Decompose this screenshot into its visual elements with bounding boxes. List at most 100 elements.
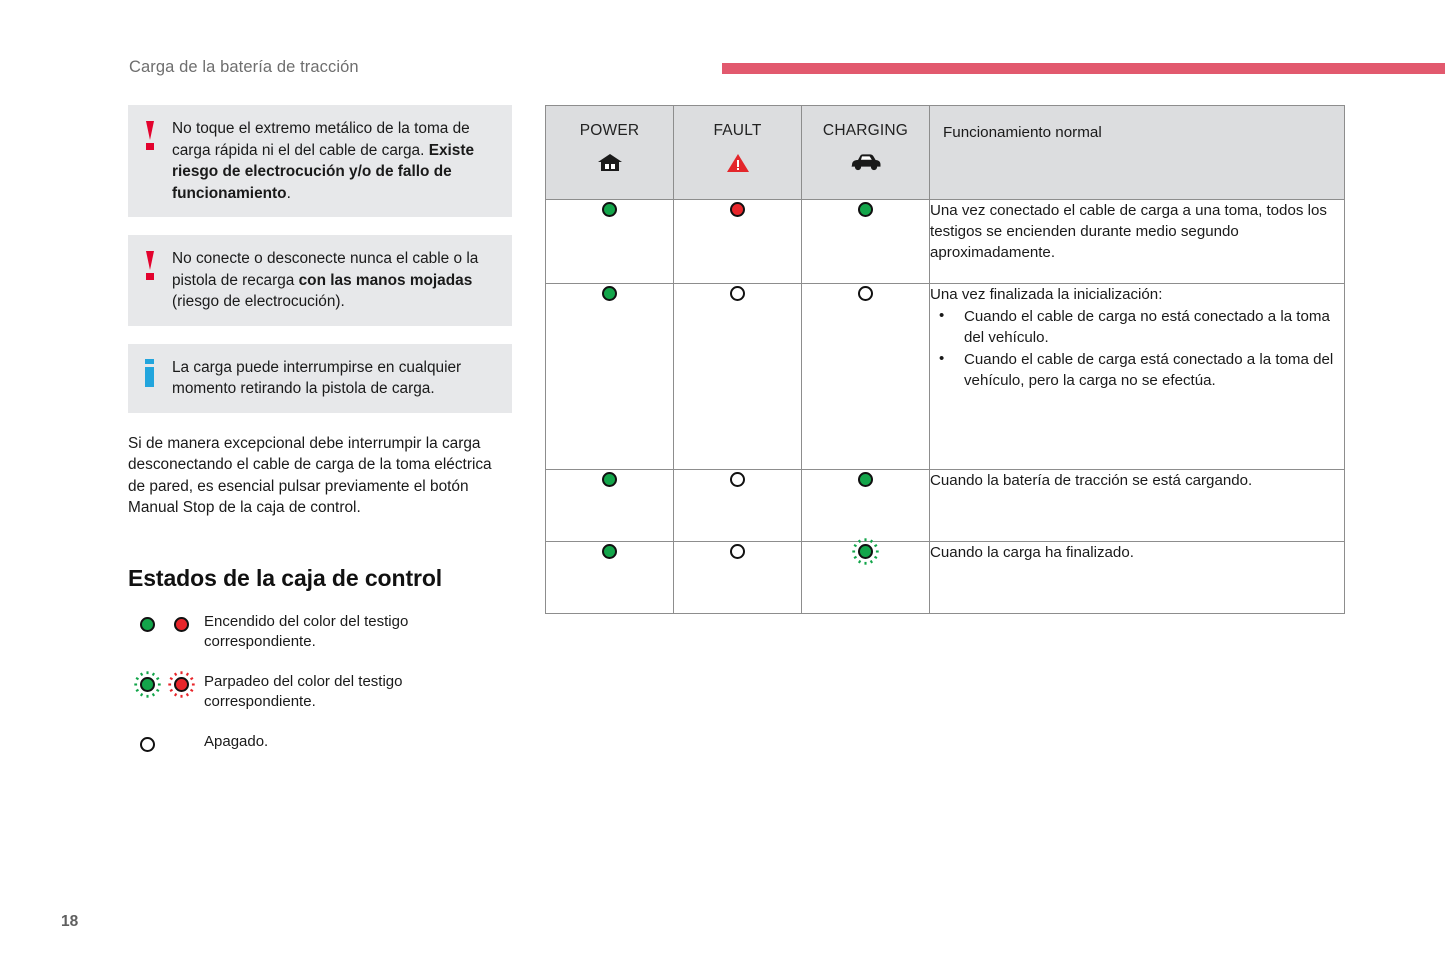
cell-charging (801, 538, 930, 614)
cell-charging (801, 283, 930, 470)
legend-icons (128, 670, 204, 698)
callout-list: No toque el extremo metálico de la toma … (128, 105, 512, 413)
legend-icons (128, 612, 204, 634)
house-icon (597, 153, 623, 177)
cell-power (545, 283, 674, 470)
legend-label: Parpadeo del color del testigo correspon… (204, 672, 403, 711)
page-number: 18 (61, 913, 79, 930)
page-header-title: Carga de la batería de tracción (129, 58, 359, 76)
led-green-on (138, 615, 157, 634)
led-green-on (600, 200, 619, 219)
warning-callout: No conecte o desconecte nunca el cable o… (128, 235, 512, 326)
cell-description: Una vez finalizada la inicialización: Cua… (929, 283, 1345, 470)
column-header-power: POWER (545, 105, 674, 200)
description-text: Una vez conectado el cable de carga a un… (930, 202, 1327, 261)
led-core (602, 286, 617, 301)
description-text: Cuando la carga ha finalizado. (930, 544, 1134, 561)
callout-text-plain-0-2: . (286, 184, 291, 202)
column-header-description: Funcionamiento normal (929, 105, 1345, 200)
bullet-item: Cuando el cable de carga no está conecta… (930, 305, 1344, 348)
led-core (730, 286, 745, 301)
led-green-on (856, 200, 875, 219)
legend-row: Parpadeo del color del testigo correspon… (128, 670, 512, 713)
led-core (858, 472, 873, 487)
led-green-on (856, 470, 875, 489)
led-core (140, 676, 155, 692)
manual-page: Carga de la batería de tracción No toque… (0, 0, 1445, 977)
column-label: POWER (579, 122, 640, 139)
legend-label: Encendido del color del testigo correspo… (204, 612, 409, 651)
header-rule (722, 63, 1445, 74)
header-description-text: Funcionamiento normal (943, 124, 1102, 141)
led-core (174, 676, 189, 692)
callout-text-plain-2-0: La carga puede interrumpirse en cualquie… (172, 358, 462, 398)
table-row: Una vez finalizada la inicialización: Cua… (545, 283, 1345, 470)
cell-charging (801, 199, 930, 284)
callout-text: La carga puede interrumpirse en cualquie… (172, 357, 498, 400)
led-red-blinking (168, 670, 195, 698)
table-body: Una vez conectado el cable de carga a un… (545, 199, 1345, 614)
cell-description: Una vez conectado el cable de carga a un… (929, 199, 1345, 284)
cell-fault (673, 199, 802, 284)
column-label: CHARGING (822, 122, 909, 139)
led-core (602, 202, 617, 217)
warning-triangle-icon (726, 153, 750, 177)
cell-charging (801, 469, 930, 542)
led-core (858, 202, 873, 217)
table-row: Cuando la batería de tracción se está ca… (545, 469, 1345, 542)
column-label: FAULT (713, 122, 762, 139)
table-row: Cuando la carga ha finalizado. (545, 538, 1345, 614)
legend-row: Apagado. (128, 732, 512, 754)
car-icon (849, 153, 883, 175)
callout-text: No conecte o desconecte nunca el cable o… (172, 248, 498, 313)
left-column: No toque el extremo metálico de la toma … (128, 105, 512, 773)
description-text: Cuando la batería de tracción se está ca… (930, 472, 1253, 489)
callout-text: No toque el extremo metálico de la toma … (172, 118, 498, 204)
led-green-on (600, 542, 619, 561)
description-text: Una vez finalizada la inicialización: (930, 286, 1163, 303)
warning-callout: No toque el extremo metálico de la toma … (128, 105, 512, 217)
info-callout: La carga puede interrumpirse en cualquie… (128, 343, 512, 413)
cell-power (545, 469, 674, 542)
legend-icons (128, 732, 204, 754)
info-icon (145, 358, 154, 387)
callout-text-plain-0-0: No toque el extremo metálico de la toma … (172, 120, 470, 159)
led-off (728, 284, 747, 303)
body-paragraph: Si de manera excepcional debe interrumpi… (128, 434, 492, 517)
led-green-blinking (852, 538, 879, 565)
cell-description: Cuando la carga ha finalizado. (929, 541, 1345, 614)
callout-text-bold-1-1: con las manos mojadas (298, 271, 473, 289)
bullet-item: Cuando el cable de carga está conectado … (930, 348, 1344, 391)
led-core (858, 286, 873, 301)
legend-label: Apagado. (204, 732, 269, 750)
cell-power (545, 541, 674, 614)
cell-power (545, 199, 674, 284)
led-core (730, 544, 745, 559)
led-off (856, 284, 875, 303)
indicator-status-table: POWER FAULT CHARGING Funcionamiento norm… (545, 105, 1345, 614)
led-core (140, 736, 155, 752)
led-off (138, 735, 157, 754)
callout-text-plain-1-2: (riesgo de electrocución). (172, 293, 345, 310)
led-green-on (600, 470, 619, 489)
led-core (730, 472, 745, 487)
led-green-on (600, 284, 619, 303)
led-core (602, 544, 617, 559)
led-off (728, 542, 747, 561)
column-header-fault: FAULT (673, 105, 802, 200)
cell-fault (673, 469, 802, 542)
column-header-charging: CHARGING (801, 105, 930, 200)
warning-icon (144, 251, 156, 281)
cell-fault (673, 541, 802, 614)
led-red-on (728, 200, 747, 219)
warning-icon (144, 121, 156, 151)
led-core (602, 472, 617, 487)
cell-fault (673, 283, 802, 470)
bullet-list: Cuando el cable de carga no está conecta… (930, 305, 1344, 391)
cell-description: Cuando la batería de tracción se está ca… (929, 469, 1345, 542)
table-row: Una vez conectado el cable de carga a un… (545, 199, 1345, 284)
led-core (730, 202, 745, 217)
led-core (140, 616, 155, 632)
section-title: Estados de la caja de control (128, 564, 443, 591)
led-core (858, 544, 873, 559)
